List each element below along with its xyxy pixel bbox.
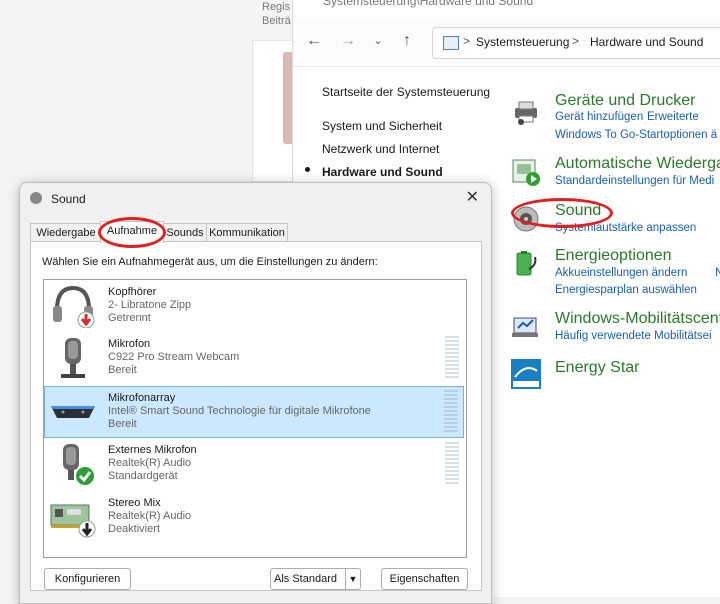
configure-button[interactable]: Konfigurieren (44, 568, 131, 590)
category-title-devices[interactable]: Geräte und Drucker (555, 92, 696, 110)
window-title: Systemsteuerung\Hardware und Sound (323, 0, 534, 8)
device-name: Kopfhörer (108, 286, 157, 298)
tab-kommunikation[interactable]: Kommunikation (206, 223, 288, 242)
device-description: Realtek(R) Audio (108, 457, 192, 469)
sidebar-link-hardware[interactable]: Hardware und Sound (322, 165, 443, 179)
energy-star-icon (511, 359, 541, 389)
device-status: Getrennt (108, 312, 151, 324)
sidebar-link-system[interactable]: System und Sicherheit (322, 119, 442, 133)
device-status: Deaktiviert (108, 523, 160, 535)
sidebar-link-network[interactable]: Netzwerk und Internet (322, 142, 439, 156)
mobility-center-icon (512, 317, 538, 337)
link-mobility-settings[interactable]: Häufig verwendete Mobilitätsei (555, 330, 712, 342)
set-default-button[interactable]: Als Standard ▼ (270, 568, 361, 590)
category-title-autoplay[interactable]: Automatische Wiederga (555, 155, 720, 173)
tab-sounds[interactable]: Sounds (162, 223, 208, 242)
recording-panel: Wählen Sie ein Aufnahmegerät aus, um die… (30, 241, 482, 591)
recent-locations-chevron-icon[interactable]: ⌄ (369, 32, 387, 50)
back-arrow-icon[interactable]: ← (305, 32, 323, 50)
forward-arrow-icon[interactable]: → (339, 32, 357, 50)
annotation-circle-aufnahme (98, 217, 166, 248)
device-status: Bereit (108, 418, 137, 430)
device-description: Realtek(R) Audio (108, 510, 192, 522)
address-bar[interactable]: > Systemsteuerung > Hardware und Sound (432, 27, 720, 59)
link-power-plan[interactable]: Energiesparplan auswählen (555, 284, 697, 296)
device-name: Stereo Mix (108, 497, 161, 509)
control-panel-icon (443, 36, 459, 50)
tab-wiedergabe[interactable]: Wiedergabe (30, 223, 102, 242)
battery-icon (516, 251, 537, 276)
autoplay-icon (512, 159, 540, 186)
category-title-mobility[interactable]: Windows-Mobilitätscent (555, 310, 720, 328)
dialog-title: Sound (51, 192, 86, 206)
microphone-array-icon (51, 406, 95, 418)
level-meter (445, 442, 459, 486)
microphone-icon (61, 338, 85, 378)
category-title-power[interactable]: Energieoptionen (555, 247, 672, 265)
printer-icon (515, 101, 537, 125)
sound-dialog: Sound ✕ Wiedergabe Aufnahme Sounds Kommu… (19, 182, 492, 604)
breadcrumb-hardware-und-sound[interactable]: Hardware und Sound (590, 35, 703, 49)
level-meter (444, 390, 458, 434)
link-advanced[interactable]: Erweiterte (647, 111, 699, 123)
annotation-circle-sound (511, 198, 613, 228)
link-add-device[interactable]: Gerät hinzufügen (555, 111, 643, 123)
close-icon[interactable]: ✕ (466, 187, 479, 207)
set-default-label: Als Standard (274, 573, 337, 585)
link-windows-to-go[interactable]: Windows To Go-Startoptionen ä (555, 129, 717, 141)
list-item[interactable]: Kopfhörer 2- Libratone Zipp Getrennt (45, 281, 464, 331)
instruction-text: Wählen Sie ein Aufnahmegerät aus, um die… (42, 256, 378, 268)
list-item[interactable]: Externes Mikrofon Realtek(R) Audio Stand… (45, 439, 464, 489)
background-text: Regis (262, 1, 291, 13)
link-media-defaults[interactable]: Standardeinstellungen für Medi (555, 175, 714, 187)
sidebar: Startseite der Systemsteuerung (322, 85, 490, 99)
navigation-bar: ← → ⌄ ↑ > Systemsteuerung > Hardware und… (293, 18, 720, 67)
sound-dialog-icon (30, 192, 42, 204)
breadcrumb-separator: > (463, 34, 471, 48)
external-microphone-icon (63, 444, 94, 485)
sidebar-link-home[interactable]: Startseite der Systemsteuerung (322, 85, 490, 99)
device-description: C922 Pro Stream Webcam (108, 351, 240, 363)
properties-button[interactable]: Eigenschaften (381, 568, 468, 590)
device-name: Mikrofonarray (108, 392, 176, 404)
device-status: Bereit (108, 364, 137, 376)
device-status: Standardgerät (108, 470, 178, 482)
list-item[interactable]: Mikrofonarray Intel® Smart Sound Technol… (44, 386, 464, 438)
device-description: Intel® Smart Sound Technologie für digit… (108, 405, 371, 417)
current-section-bullet (305, 167, 310, 172)
device-description: 2- Libratone Zipp (108, 299, 192, 311)
recording-device-list[interactable]: Kopfhörer 2- Libratone Zipp Getrennt Mik… (43, 279, 467, 558)
link-battery-settings[interactable]: Akkueinstellungen ändern (555, 267, 687, 279)
headphones-icon (53, 285, 95, 328)
device-name: Externes Mikrofon (108, 444, 197, 456)
link-power-truncated[interactable]: N (715, 267, 720, 279)
category-title-energy-star[interactable]: Energy Star (555, 359, 639, 377)
list-item[interactable]: Mikrofon C922 Pro Stream Webcam Bereit (45, 333, 464, 383)
sound-card-icon (50, 504, 96, 538)
breadcrumb-systemsteuerung[interactable]: Systemsteuerung (476, 35, 569, 49)
background-text: Beiträ (262, 15, 291, 27)
up-arrow-icon[interactable]: ↑ (398, 32, 416, 50)
breadcrumb-separator: > (572, 34, 580, 48)
list-item[interactable]: Stereo Mix Realtek(R) Audio Deaktiviert (45, 492, 464, 542)
dropdown-arrow-icon[interactable]: ▼ (345, 569, 360, 589)
level-meter (445, 336, 459, 380)
device-name: Mikrofon (108, 338, 151, 350)
